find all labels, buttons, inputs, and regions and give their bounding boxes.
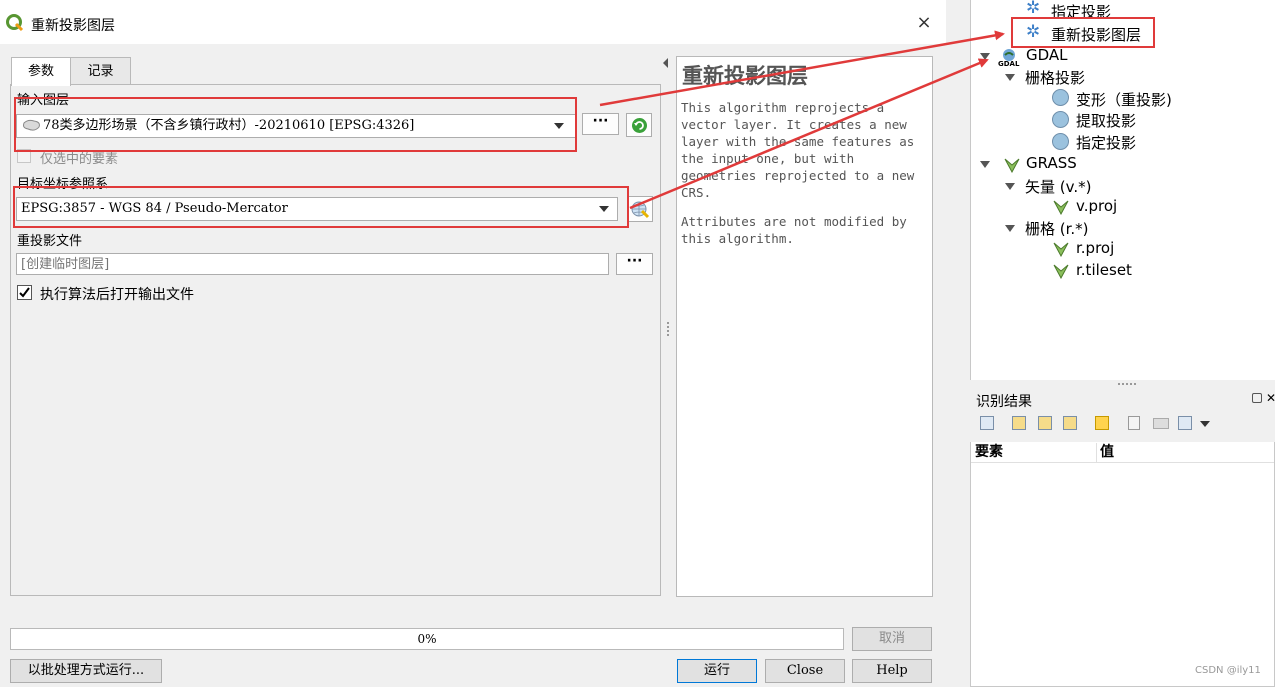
batch-process-button[interactable]: 以批处理方式运行... — [10, 659, 162, 683]
tree-item-v-proj[interactable]: v.proj — [1076, 197, 1117, 215]
tree-item-gdal[interactable]: GDAL — [1026, 46, 1068, 64]
grass-icon — [1004, 158, 1020, 173]
tab-log[interactable]: 记录 — [70, 57, 131, 85]
close-dock-icon[interactable]: ✕ — [1266, 391, 1275, 405]
input-layer-combo[interactable]: 78类多边形场景（不含乡镇行政村）-20210610 [EPSG:4326] — [16, 114, 576, 138]
table-header-row — [971, 442, 1274, 463]
clear-results-icon[interactable] — [1063, 416, 1077, 430]
gear-icon: ✲ — [1026, 22, 1041, 42]
gear-icon: ✲ — [1026, 0, 1041, 18]
tree-item-grass-vector[interactable]: 矢量 (v.*) — [1025, 176, 1091, 197]
target-crs-label: 目标坐标参照系 — [17, 177, 109, 192]
tree-item-extract-projection[interactable]: 提取投影 — [1076, 110, 1136, 131]
warp-icon — [1052, 89, 1069, 106]
chevron-down-icon[interactable] — [1200, 421, 1210, 427]
open-output-label: 执行算法后打开输出文件 — [40, 287, 194, 303]
identify-results-table — [970, 442, 1275, 687]
tree-item-assign-projection-gdal[interactable]: 指定投影 — [1076, 132, 1136, 153]
extract-projection-icon — [1052, 111, 1069, 128]
chevron-down-icon[interactable] — [554, 123, 564, 129]
tree-item-r-proj[interactable]: r.proj — [1076, 239, 1114, 257]
highlight-icon[interactable] — [1095, 416, 1109, 430]
copy-icon[interactable] — [1128, 416, 1140, 430]
input-layer-label: 输入图层 — [17, 93, 70, 108]
tree-item-raster-projections[interactable]: 栅格投影 — [1025, 67, 1085, 88]
watermark: CSDN @ily11 — [1195, 665, 1261, 676]
tree-item-grass[interactable]: GRASS — [1026, 154, 1077, 172]
splitter-handle[interactable] — [667, 322, 671, 336]
tree-item-reproject-layer[interactable]: 重新投影图层 — [1051, 24, 1141, 45]
grass-icon — [1053, 264, 1069, 279]
gdal-badge: GDAL — [998, 60, 1020, 68]
help-title: 重新投影图层 — [682, 64, 808, 88]
title-bar — [0, 0, 946, 44]
dialog-title: 重新投影图层 — [31, 18, 115, 34]
print-icon[interactable] — [1153, 418, 1169, 429]
selected-only-checkbox[interactable] — [17, 149, 31, 163]
help-paragraph: This algorithm reprojects a vector layer… — [681, 100, 915, 200]
select-crs-button[interactable] — [627, 196, 653, 222]
tree-item-warp[interactable]: 变形（重投影) — [1076, 89, 1172, 110]
reprojected-browse-button[interactable]: ··· — [616, 253, 653, 275]
expand-arrow-icon[interactable] — [1005, 225, 1015, 232]
gdal-icon: GDAL — [998, 48, 1020, 70]
input-layer-browse-button[interactable]: ··· — [582, 113, 619, 135]
close-button[interactable]: Close — [765, 659, 845, 683]
target-crs-combo[interactable]: EPSG:3857 - WGS 84 / Pseudo-Mercator — [16, 197, 618, 221]
tree-item-r-tileset[interactable]: r.tileset — [1076, 261, 1132, 279]
float-dock-icon[interactable] — [1252, 393, 1262, 403]
column-header-value[interactable]: 值 — [1100, 442, 1114, 462]
qgis-logo-icon — [6, 14, 24, 32]
close-icon[interactable]: × — [912, 11, 936, 35]
collapse-help-icon[interactable] — [663, 58, 668, 68]
selected-only-label: 仅选中的要素 — [40, 152, 119, 167]
help-button[interactable]: Help — [852, 659, 932, 683]
iterate-button[interactable] — [626, 113, 652, 137]
run-button[interactable]: 运行 — [677, 659, 757, 683]
checkmark-icon — [19, 287, 30, 298]
identify-settings-icon[interactable] — [1178, 416, 1192, 430]
globe-crs-icon — [631, 201, 650, 219]
open-output-checkbox[interactable] — [17, 285, 32, 300]
help-paragraph: Attributes are not modified by this algo… — [681, 214, 907, 246]
progress-bar: 0% — [10, 628, 844, 650]
expand-arrow-icon[interactable] — [980, 53, 990, 60]
tab-parameters[interactable]: 参数 — [11, 57, 71, 86]
tree-item-assign-projection[interactable]: 指定投影 — [1051, 1, 1111, 22]
expand-new-results-icon[interactable] — [1038, 416, 1052, 430]
column-header-feature[interactable]: 要素 — [975, 442, 1003, 462]
tree-item-grass-raster[interactable]: 栅格 (r.*) — [1025, 218, 1089, 239]
identify-results-title: 识别结果 — [976, 394, 1032, 410]
column-divider — [1096, 443, 1097, 462]
polygon-layer-icon — [23, 119, 40, 131]
chevron-down-icon[interactable] — [599, 206, 609, 212]
collapse-tree-icon[interactable] — [1012, 416, 1026, 430]
grass-icon — [1053, 242, 1069, 257]
expand-arrow-icon[interactable] — [1005, 183, 1015, 190]
grass-icon — [1053, 200, 1069, 215]
expand-arrow-icon[interactable] — [1005, 74, 1015, 81]
assign-projection-icon — [1052, 133, 1069, 150]
refresh-icon — [632, 118, 647, 133]
expand-arrow-icon[interactable] — [980, 161, 990, 168]
reprojected-output-input[interactable] — [16, 253, 609, 275]
expand-tree-icon[interactable] — [980, 416, 994, 430]
reprojected-label: 重投影文件 — [17, 234, 83, 249]
cancel-button[interactable]: 取消 — [852, 627, 932, 651]
dock-splitter-handle[interactable] — [1118, 383, 1136, 387]
